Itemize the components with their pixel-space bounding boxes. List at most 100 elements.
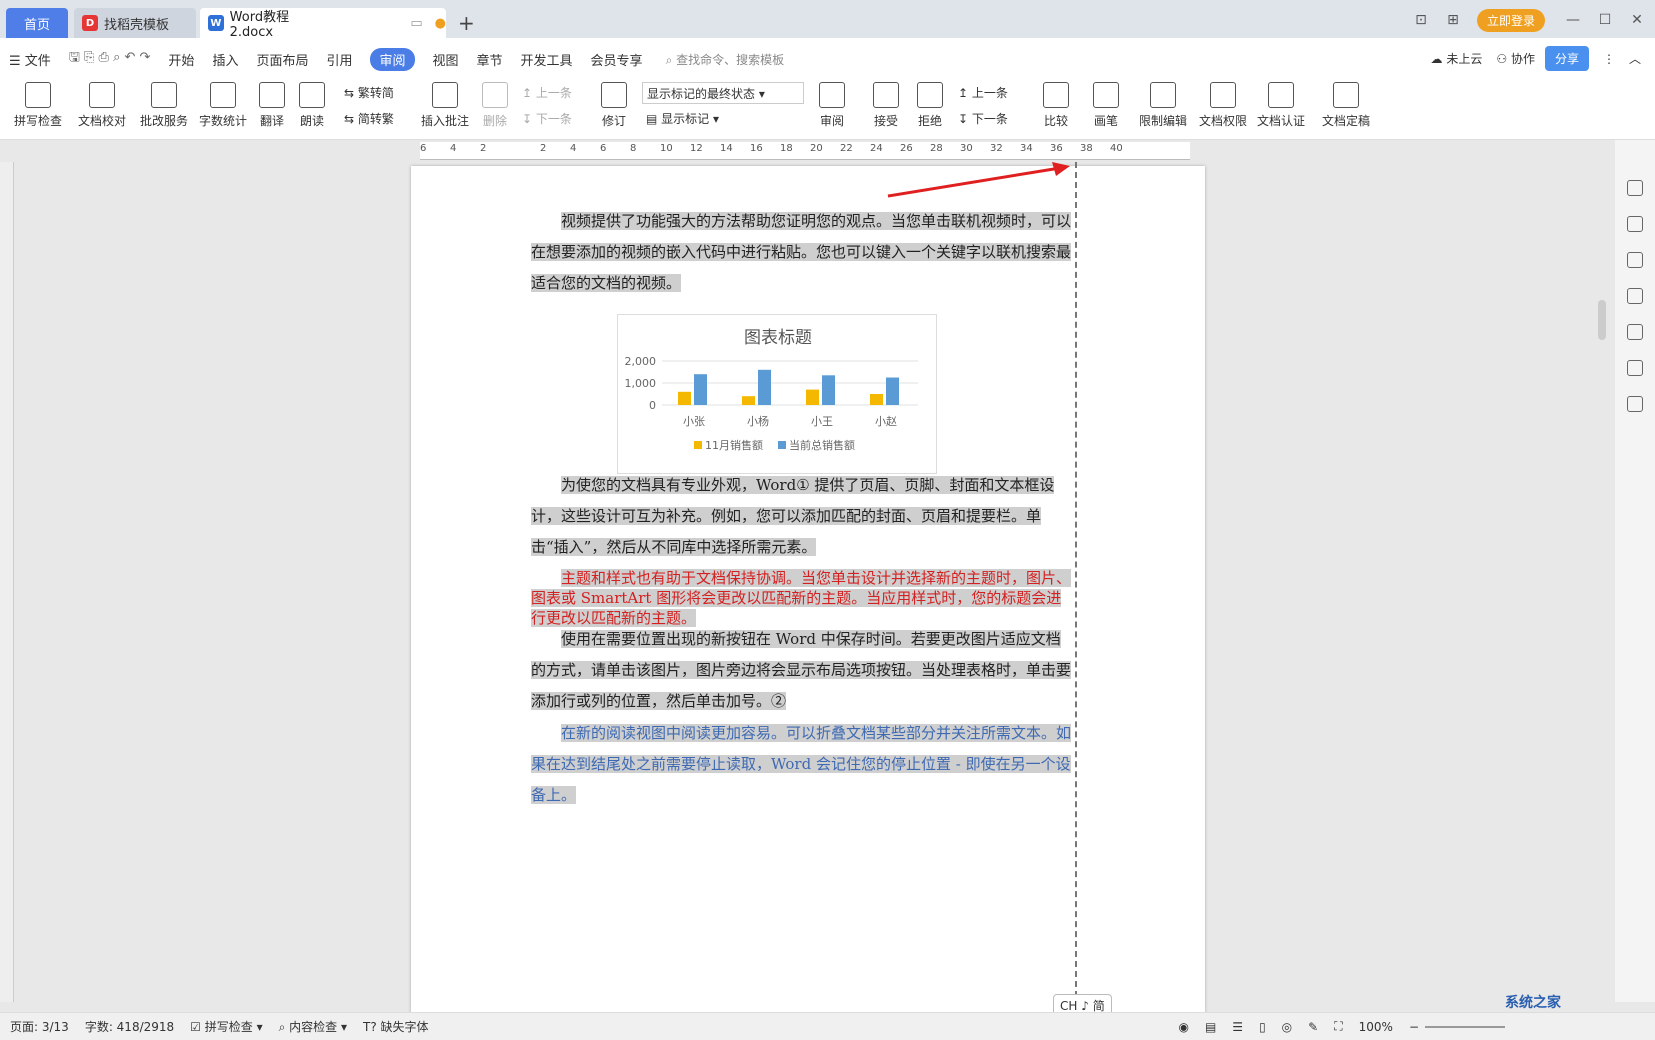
content-check-status-label: 内容检查: [289, 1020, 338, 1034]
zoom-slider[interactable]: [1425, 1025, 1505, 1028]
apps-grid-icon[interactable]: ⊞: [1439, 12, 1467, 28]
share-button[interactable]: 分享: [1544, 46, 1589, 71]
restrict-edit-button[interactable]: 限制编辑: [1136, 82, 1190, 129]
simp-to-trad-button[interactable]: ⇆ 简转繁: [344, 110, 394, 127]
scroll-thumb[interactable]: [1598, 300, 1606, 340]
tab-home[interactable]: 首页: [6, 8, 68, 38]
paragraph-2[interactable]: 为使您的文档具有专业外观，Word① 提供了页眉、页脚、封面和文本框设计，这些设…: [531, 470, 1075, 563]
document-page[interactable]: 视频提供了功能强大的方法帮助您证明您的观点。当您单击联机视频时，可以在想要添加的…: [411, 166, 1205, 1016]
word-count-button[interactable]: 字数统计: [193, 82, 253, 129]
fit-icon[interactable]: ⛶: [1334, 1019, 1342, 1034]
read-view-icon[interactable]: ▯: [1259, 1020, 1266, 1034]
tab-monitor-icon[interactable]: ▭: [410, 16, 422, 31]
prev-comment-button[interactable]: ↥ 上一条: [522, 84, 572, 101]
pen-view-icon[interactable]: ✎: [1308, 1020, 1318, 1034]
tab-document[interactable]: W Word教程2.docx ▭ ●: [200, 8, 446, 40]
menu-insert[interactable]: 插入: [212, 50, 238, 69]
next-change-button[interactable]: ↧ 下一条: [958, 110, 1008, 127]
vertical-scrollbar[interactable]: [1596, 160, 1608, 1000]
horizontal-ruler[interactable]: 6 4 2 2 4 6 8 10 12 14 16 18 20 22 24 26 28 30 32 34 36 38 40: [0, 140, 1655, 162]
embedded-chart[interactable]: 图表标题 2,000 1,000 0 小张 小杨 小王 小赵 11月销售额 当前总销售额: [617, 314, 937, 474]
accept-button[interactable]: 接受: [868, 82, 904, 129]
next-comment-button[interactable]: ↧ 下一条: [522, 110, 572, 127]
markup-state-select[interactable]: 显示标记的最终状态 ▾: [642, 82, 804, 104]
spell-check-icon: [25, 82, 51, 108]
paragraph-4[interactable]: 使用在需要位置出现的新按钮在 Word 中保存时间。若要更改图片适应文档的方式，…: [531, 624, 1075, 717]
sliders-icon[interactable]: [1627, 288, 1643, 304]
doc-final-button[interactable]: 文档定稿: [1316, 82, 1376, 129]
ruler-label: 14: [720, 143, 733, 154]
reject-button[interactable]: 拒绝: [912, 82, 948, 129]
collapse-ribbon-icon[interactable]: ︿: [1629, 50, 1641, 67]
read-aloud-button[interactable]: 朗读: [296, 82, 328, 129]
doc-permission-button[interactable]: 文档权限: [1196, 82, 1250, 129]
compare-icon: [1043, 82, 1069, 108]
chart-bar: [678, 391, 691, 405]
insert-comment-label: 插入批注: [420, 114, 469, 128]
menu-review[interactable]: 审阅: [370, 47, 415, 71]
login-button[interactable]: 立即登录: [1476, 8, 1545, 32]
paragraph-3-revision[interactable]: 主题和样式也有助于文档保持协调。当您单击设计并选择新的主题时，图片、图表或 Sm…: [531, 568, 1075, 628]
doc-cert-button[interactable]: 文档认证: [1254, 82, 1308, 129]
delete-comment-icon: [482, 82, 508, 108]
tab-template[interactable]: D 找稻壳模板: [74, 8, 196, 38]
trad-to-simp-label: 繁转简: [357, 86, 394, 100]
insert-comment-button[interactable]: 插入批注: [418, 82, 472, 129]
zoom-out-icon[interactable]: −: [1409, 1020, 1419, 1034]
web-view-icon[interactable]: ◎: [1282, 1020, 1292, 1034]
show-markup-button[interactable]: ▤ 显示标记 ▾: [646, 110, 719, 127]
translate-button[interactable]: 翻译: [252, 82, 292, 129]
page-view-icon[interactable]: ▤: [1205, 1020, 1216, 1034]
edit-icon[interactable]: [1627, 216, 1643, 232]
pen-button[interactable]: 画笔: [1090, 82, 1122, 129]
paragraph-1[interactable]: 视频提供了功能强大的方法帮助您证明您的观点。当您单击联机视频时，可以在想要添加的…: [531, 206, 1075, 299]
menu-reference[interactable]: 引用: [326, 50, 352, 69]
outline-view-icon[interactable]: ☰: [1232, 1020, 1243, 1034]
command-search[interactable]: ⌕ 查找命令、搜索模板: [666, 51, 785, 68]
eye-icon[interactable]: ◉: [1178, 1020, 1188, 1034]
cloud-status[interactable]: ☁ 未上云: [1431, 50, 1483, 67]
quick-toolbar-icons[interactable]: 🖫 ⎘ ⎙ ⌕ ↶ ↷: [69, 48, 151, 70]
word-count-indicator[interactable]: 字数: 418/2918: [85, 1018, 174, 1035]
page-indicator[interactable]: 页面: 3/13: [10, 1018, 69, 1035]
vertical-ruler[interactable]: [0, 162, 14, 1002]
hamburger-icon[interactable]: ☰ 文件: [9, 50, 51, 69]
image-icon[interactable]: [1627, 324, 1643, 340]
compass-icon[interactable]: [1627, 360, 1643, 376]
ruler-label: 6: [600, 143, 607, 154]
track-changes-button[interactable]: 修订: [594, 82, 634, 129]
menu-devtools[interactable]: 开发工具: [521, 50, 573, 69]
menu-layout[interactable]: 页面布局: [256, 50, 308, 69]
spell-check-button[interactable]: 拼写检查: [8, 82, 68, 129]
cursor-icon[interactable]: [1627, 252, 1643, 268]
delete-comment-button[interactable]: 删除: [478, 82, 512, 129]
prev-change-button[interactable]: ↥ 上一条: [958, 84, 1008, 101]
margin-guide-line[interactable]: [1075, 162, 1077, 997]
missing-font-status[interactable]: T? 缺失字体: [363, 1018, 429, 1035]
menu-start[interactable]: 开始: [168, 50, 194, 69]
new-tab-plus-icon[interactable]: +: [458, 11, 475, 35]
trad-to-simp-button[interactable]: ⇆ 繁转简: [344, 84, 394, 101]
content-check-status[interactable]: ⌕ 内容检查 ▾: [279, 1018, 347, 1035]
rocket-icon[interactable]: [1627, 180, 1643, 196]
paragraph-5[interactable]: 在新的阅读视图中阅读更加容易。可以折叠文档某些部分并关注所需文本。如果在达到结尾…: [531, 718, 1075, 811]
collab-button[interactable]: ⚇ 协作: [1496, 50, 1535, 67]
layout-icon[interactable]: ⊡: [1407, 12, 1435, 28]
menu-chapter[interactable]: 章节: [477, 50, 503, 69]
more-icon[interactable]: ⋮: [1603, 52, 1615, 66]
chart-x-tick: 小杨: [747, 414, 769, 428]
zoom-level[interactable]: 100%: [1359, 1020, 1393, 1034]
review-pane-button[interactable]: 审阅: [812, 82, 852, 129]
word-count-icon: [210, 82, 236, 108]
compare-button[interactable]: 比较: [1038, 82, 1074, 129]
close-icon[interactable]: ✕: [1623, 12, 1651, 28]
menu-member[interactable]: 会员专享: [591, 50, 643, 69]
maximize-icon[interactable]: ☐: [1591, 12, 1619, 28]
menu-view[interactable]: 视图: [433, 50, 459, 69]
menu-file[interactable]: 文件: [25, 54, 51, 69]
batch-service-button[interactable]: 批改服务: [134, 82, 194, 129]
minimize-icon[interactable]: —: [1559, 12, 1587, 28]
book-icon[interactable]: [1627, 396, 1643, 412]
proofread-button[interactable]: 文档校对: [72, 82, 132, 129]
spell-check-status[interactable]: ☑ 拼写检查 ▾: [190, 1018, 262, 1035]
